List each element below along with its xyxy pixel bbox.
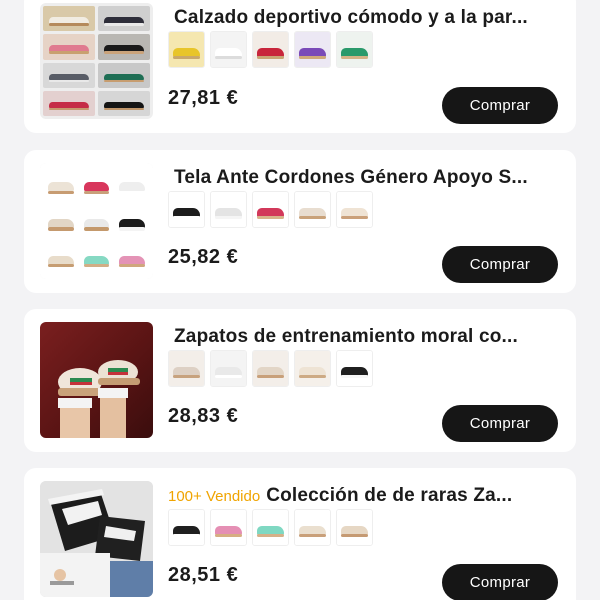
sneaker-grid-image[interactable]: [40, 163, 153, 279]
color-swatches: [168, 509, 373, 547]
product-title-text: Calzado deportivo cómodo y a la par...: [174, 7, 528, 28]
color-swatch[interactable]: [210, 191, 247, 228]
product-card[interactable]: 100+ Vendido Colección de de raras Za... …: [24, 468, 576, 600]
worn-sneaker-illustration: [58, 360, 140, 438]
color-swatch[interactable]: [168, 350, 205, 387]
product-title-text: Colección de de raras Za...: [266, 485, 513, 506]
color-swatch[interactable]: [252, 350, 289, 387]
feet-sneaker-illustration: [40, 481, 153, 597]
color-swatch[interactable]: [294, 509, 331, 546]
color-swatch[interactable]: [252, 31, 289, 68]
sneaker-on-feet-photo[interactable]: [40, 481, 153, 597]
color-swatch[interactable]: [336, 191, 373, 228]
sneaker-collage-image[interactable]: [40, 3, 153, 119]
product-card[interactable]: Tela Ante Cordones Género Apoyo S... 25,…: [24, 150, 576, 293]
color-swatches: [168, 191, 373, 229]
buy-button[interactable]: Comprar: [442, 87, 558, 124]
color-swatch[interactable]: [336, 350, 373, 387]
color-swatch[interactable]: [252, 509, 289, 546]
color-swatch[interactable]: [336, 509, 373, 546]
buy-button[interactable]: Comprar: [442, 405, 558, 442]
color-swatch[interactable]: [336, 31, 373, 68]
product-title-text: Tela Ante Cordones Género Apoyo S...: [174, 167, 528, 188]
color-swatch[interactable]: [168, 191, 205, 228]
product-title[interactable]: Calzado deportivo cómodo y a la par...: [168, 7, 560, 29]
color-swatch[interactable]: [168, 31, 205, 68]
product-title[interactable]: 100+ Vendido Colección de de raras Za...: [168, 485, 560, 507]
buy-button[interactable]: Comprar: [442, 246, 558, 283]
color-swatches: [168, 350, 373, 388]
product-card[interactable]: Zapatos de entrenamiento moral co... 28,…: [24, 309, 576, 452]
color-swatch[interactable]: [294, 31, 331, 68]
color-swatch[interactable]: [294, 350, 331, 387]
color-swatch[interactable]: [210, 350, 247, 387]
sold-badge: 100+ Vendido: [168, 488, 261, 505]
buy-button[interactable]: Comprar: [442, 564, 558, 600]
product-price: 25,82 €: [168, 246, 239, 268]
product-title[interactable]: Tela Ante Cordones Género Apoyo S...: [168, 167, 560, 189]
product-price: 28,83 €: [168, 405, 239, 427]
product-title[interactable]: Zapatos de entrenamiento moral co...: [168, 326, 560, 348]
sneaker-worn-photo[interactable]: [40, 322, 153, 438]
product-card[interactable]: Calzado deportivo cómodo y a la par... 2…: [24, 0, 576, 133]
color-swatch[interactable]: [210, 509, 247, 546]
color-swatch[interactable]: [210, 31, 247, 68]
product-price: 28,51 €: [168, 564, 239, 586]
color-swatch[interactable]: [252, 191, 289, 228]
color-swatches: [168, 31, 373, 69]
color-swatch[interactable]: [294, 191, 331, 228]
product-title-text: Zapatos de entrenamiento moral co...: [174, 326, 518, 347]
product-price: 27,81 €: [168, 87, 239, 109]
color-swatch[interactable]: [168, 509, 205, 546]
